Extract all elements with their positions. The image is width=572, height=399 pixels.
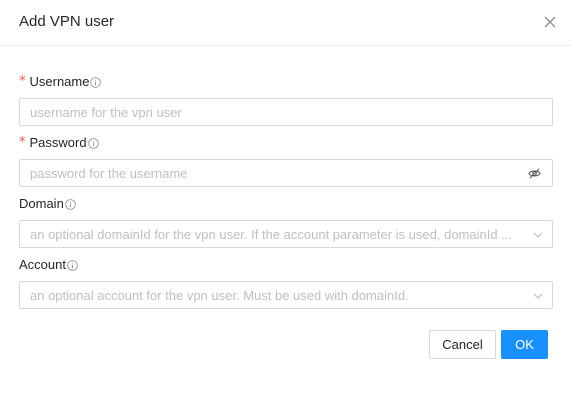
add-vpn-user-modal: Add VPN user * Username username for the… (0, 0, 572, 399)
modal-header: Add VPN user (0, 0, 572, 46)
info-circle-icon[interactable] (87, 137, 99, 149)
chevron-down-icon (533, 232, 543, 238)
password-label-text: Password (29, 135, 87, 150)
modal-title: Add VPN user (19, 13, 115, 30)
eye-invisible-icon[interactable] (528, 167, 541, 180)
account-label: Account (19, 256, 553, 274)
modal-footer: Cancel OK (429, 330, 548, 359)
info-circle-icon[interactable] (65, 198, 76, 210)
username-form-item: * Username username for the vpn user (19, 73, 553, 126)
domain-form-item: Domain an optional domainId for the vpn … (19, 195, 553, 248)
required-mark: * (19, 74, 26, 89)
domain-label-text: Domain (19, 196, 64, 211)
account-select[interactable]: an optional account for the vpn user. Mu… (19, 281, 553, 309)
account-form-item: Account an optional account for the vpn … (19, 256, 553, 309)
password-placeholder: password for the username (30, 165, 188, 181)
cancel-button[interactable]: Cancel (429, 330, 496, 359)
domain-placeholder: an optional domainId for the vpn user. I… (30, 226, 513, 242)
domain-label: Domain (19, 195, 553, 213)
username-input[interactable]: username for the vpn user (19, 98, 553, 126)
account-label-text: Account (19, 257, 66, 272)
domain-select[interactable]: an optional domainId for the vpn user. I… (19, 220, 553, 248)
required-mark: * (19, 135, 26, 150)
vpn-user-form: * Username username for the vpn user * P… (19, 73, 553, 309)
chevron-down-icon (533, 293, 543, 299)
password-input[interactable]: password for the username (19, 159, 553, 187)
password-form-item: * Password password for the username (19, 134, 553, 187)
info-circle-icon[interactable] (90, 76, 102, 88)
info-circle-icon[interactable] (67, 259, 78, 271)
username-placeholder: username for the vpn user (30, 104, 182, 120)
password-label: * Password (19, 134, 553, 152)
username-label: * Username (19, 73, 553, 91)
ok-button[interactable]: OK (501, 330, 548, 359)
close-icon[interactable] (543, 15, 557, 29)
username-label-text: Username (29, 74, 90, 89)
account-placeholder: an optional account for the vpn user. Mu… (30, 287, 409, 303)
